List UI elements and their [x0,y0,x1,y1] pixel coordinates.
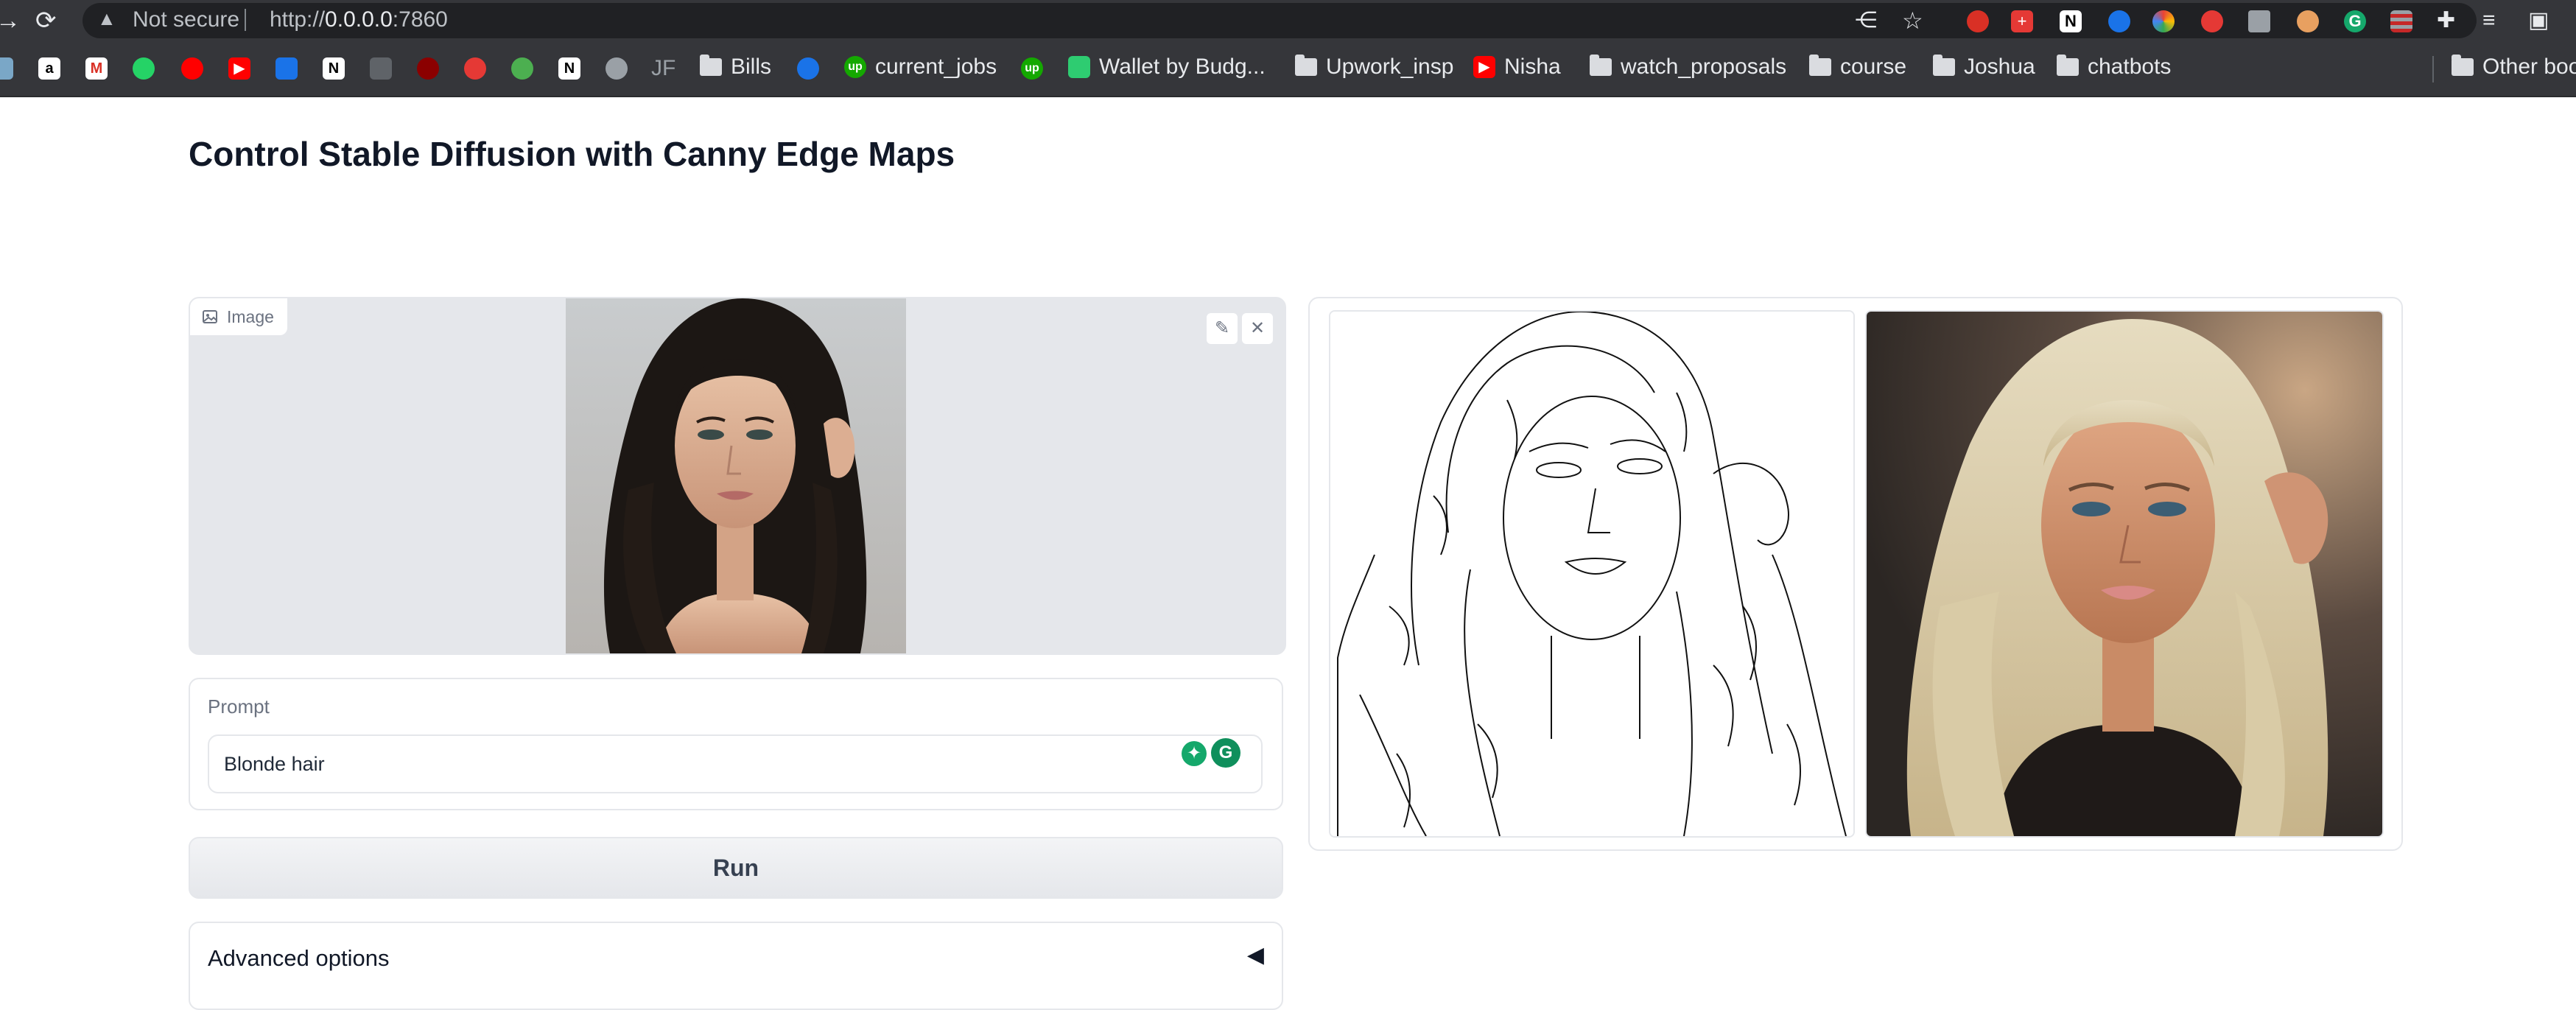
pencil-icon[interactable]: ✎ [1205,312,1239,346]
grammarly-suggestion-icon[interactable]: ✦ [1182,741,1207,766]
upwork-icon-2[interactable]: up [1021,57,1043,80]
bookmark-upwork-insp[interactable]: Upwork_insp [1295,55,1453,80]
bookmark-label: watch_proposals [1621,55,1787,79]
folder-icon [2057,55,2079,76]
ext-flag-icon[interactable] [2390,10,2412,32]
globe-icon[interactable] [511,57,533,80]
folder-icon [1933,55,1955,76]
bookmark-jf[interactable]: JF [651,56,675,81]
star-icon[interactable]: ☆ [1902,4,1923,37]
bookmark-label: Bills [731,55,772,79]
advanced-options-label: Advanced options [208,945,390,971]
folder-icon [1590,55,1612,76]
folder-icon [1295,55,1317,76]
share-icon[interactable]: ⋲ [1855,4,1877,37]
grammarly-icon[interactable]: G [1211,738,1240,768]
gmail-icon[interactable]: M [85,57,108,80]
wallet-icon [1068,56,1090,78]
warning-triangle-icon: ▲ [97,7,116,29]
bookmark-label: course [1840,55,1907,79]
folder-icon [700,55,722,76]
advanced-options-accordion[interactable]: Advanced options ◀ [189,922,1283,1010]
bookmark-label: current_jobs [875,55,997,79]
bookmark-watch-proposals[interactable]: watch_proposals [1590,55,1786,80]
url-text[interactable]: http://0.0.0.0:7860 [270,7,448,32]
prompt-input[interactable] [208,734,1263,793]
playlist-icon[interactable]: ≡ [2482,4,2496,37]
chat-bubble-icon[interactable] [797,57,819,80]
bookmark-red-circle-icon[interactable] [417,57,439,80]
chrome-color-icon[interactable] [2152,10,2175,32]
ext-blue-icon[interactable] [2108,10,2130,32]
cookie-icon[interactable] [2297,10,2319,32]
gallery-item-generated[interactable] [1865,310,2384,838]
puzzle-icon[interactable]: ✚ [2437,4,2455,37]
browser-address-bar: → ⟳ ▲ Not secure http://0.0.0.0:7860 ⋲ ☆… [0,0,2576,41]
camera-icon[interactable] [2248,10,2270,32]
run-button[interactable]: Run [189,837,1283,899]
input-portrait-image [566,298,906,653]
bookmark-label: Nisha [1504,55,1561,79]
close-icon[interactable]: ✕ [1240,312,1274,346]
bookmark-icon-1[interactable] [0,57,13,80]
folder-icon [1809,55,1831,76]
image-input-panel[interactable]: Image ✎ ✕ [189,297,1286,655]
youtube-icon: ▶ [1473,56,1495,78]
bookmark-joshua[interactable]: Joshua [1933,55,2035,80]
bookmarks-divider [2432,56,2434,83]
notion-bookmark-icon[interactable]: N [323,57,345,80]
gallery-item-edge-map[interactable] [1329,310,1855,838]
url-separator [245,9,246,31]
calendar-icon[interactable] [276,57,298,80]
sidebar-icon[interactable]: ▣ [2528,4,2549,37]
bookmark-label: Wallet by Budg... [1099,55,1266,79]
notion-bookmark-icon-2[interactable]: N [558,57,580,80]
image-input-label: Image [190,298,289,337]
upwork-icon: up [844,56,866,78]
youtube-music-icon[interactable] [181,57,203,80]
generated-portrait-image [1867,312,2382,836]
bookmark-chatbots[interactable]: chatbots [2057,55,2171,80]
youtube-icon[interactable]: ▶ [228,57,250,80]
prompt-label: Prompt [208,695,270,718]
bookmark-other[interactable]: Other boo [2452,55,2576,80]
page-title: Control Stable Diffusion with Canny Edge… [189,135,955,173]
bookmarks-bar: a M ▶ N N JF Bills up current_jobs up Wa… [0,41,2576,97]
bookmark-wheel-icon[interactable] [464,57,486,80]
forward-arrow-icon[interactable]: → [0,4,21,37]
bookmark-label: Joshua [1964,55,2035,79]
ext-red-icon[interactable] [1967,10,1989,32]
output-gallery [1308,297,2403,851]
bookmark-label: Upwork_insp [1326,55,1454,79]
image-input-label-text: Image [227,306,274,326]
caret-left-icon: ◀ [1246,943,1264,967]
whatsapp-icon[interactable] [133,57,155,80]
folder-icon [2452,55,2474,76]
notion-icon[interactable]: N [2060,10,2082,32]
amazon-icon[interactable]: a [38,57,60,80]
bookmark-current-jobs[interactable]: up current_jobs [844,55,997,80]
gear-bookmark-icon[interactable] [606,57,628,80]
doc-icon[interactable] [370,57,392,80]
ext-red-hand-icon[interactable] [2201,10,2223,32]
image-icon [203,310,217,323]
bookmark-wallet[interactable]: Wallet by Budg... [1068,55,1266,80]
ext-swiss-icon[interactable]: + [2011,10,2033,32]
bookmark-label: Other boo [2482,55,2576,79]
reload-icon[interactable]: ⟳ [35,4,57,37]
bookmark-nisha[interactable]: ▶ Nisha [1473,55,1561,80]
canny-edge-map-image [1330,312,1853,836]
grammarly-icon[interactable]: G [2344,10,2366,32]
security-label[interactable]: Not secure [133,7,239,32]
bookmark-label: chatbots [2088,55,2172,79]
bookmark-bills[interactable]: Bills [700,55,771,80]
bookmark-course[interactable]: course [1809,55,1906,80]
